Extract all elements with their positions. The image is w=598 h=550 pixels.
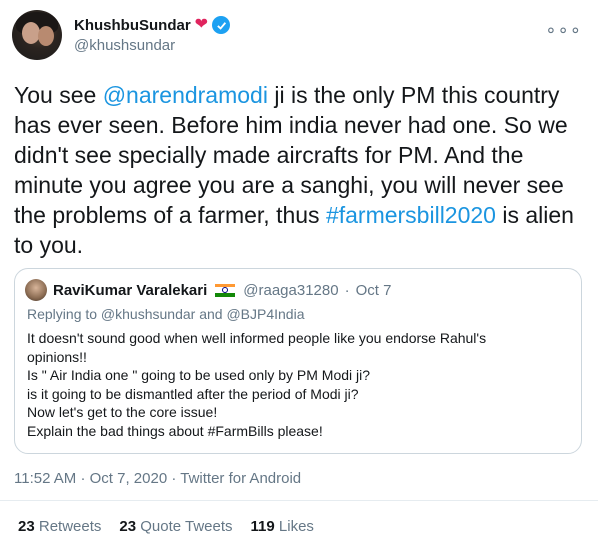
quoted-author-name: RaviKumar Varalekari	[53, 281, 208, 299]
hashtag-link[interactable]: #farmersbill2020	[326, 202, 496, 228]
retweets-stat[interactable]: 23 Retweets	[18, 518, 101, 535]
author-name[interactable]: KhushbuSundar	[74, 17, 191, 34]
quoted-tweet-text: It doesn't sound good when well informed…	[27, 329, 567, 440]
more-options-icon[interactable]: ∘∘∘	[545, 20, 582, 41]
tweet-date[interactable]: Oct 7, 2020	[90, 470, 168, 487]
tweet-time[interactable]: 11:52 AM	[14, 470, 76, 487]
retweets-label: Retweets	[38, 518, 102, 535]
author-info: KhushbuSundar ❤ @khushsundar	[74, 16, 231, 54]
quoted-author-avatar[interactable]	[25, 279, 47, 301]
retweets-count: 23	[18, 518, 35, 535]
likes-stat[interactable]: 119 Likes	[251, 518, 314, 535]
quoted-line: is it going to be dismantled after the p…	[27, 385, 359, 402]
quoted-author-handle: @raaga31280	[243, 281, 339, 299]
tweet-meta: 11:52 AM · Oct 7, 2020 · Twitter for And…	[14, 470, 301, 487]
author-handle[interactable]: @khushsundar	[74, 37, 230, 54]
tweet-text: You see @narendramodi ji is the only PM …	[14, 80, 586, 260]
quoted-line: It doesn't sound good when well informed…	[27, 330, 487, 346]
quoted-tweet-header: RaviKumar Varalekari @raaga31280 · Oct 7	[25, 279, 391, 301]
quote-tweets-label: Quote Tweets	[140, 518, 233, 535]
quoted-line: opinions!!	[27, 348, 87, 365]
quoted-date: Oct 7	[355, 281, 392, 299]
replying-to: Replying to @khushsundar and @BJP4India	[27, 306, 305, 322]
quoted-line: Explain the bad things about #FarmBills …	[27, 422, 323, 439]
quote-tweets-count: 23	[119, 518, 137, 535]
likes-count: 119	[250, 518, 275, 535]
tweet-header: KhushbuSundar ❤ @khushsundar ∘∘∘	[12, 10, 586, 62]
quote-tweets-stat[interactable]: 23 Quote Tweets	[119, 518, 232, 535]
dot-separator: ·	[80, 470, 86, 487]
verified-badge-icon	[212, 16, 231, 34]
tweet-segment: You see	[14, 82, 103, 108]
dot-separator: ·	[344, 281, 350, 299]
quoted-line: Is " Air India one " going to be used on…	[27, 367, 371, 383]
mention-link[interactable]: @narendramodi	[103, 82, 268, 108]
heart-icon: ❤	[194, 16, 209, 33]
tweet-source[interactable]: Twitter for Android	[180, 470, 301, 487]
divider	[0, 500, 598, 501]
india-flag-icon	[215, 283, 236, 297]
tweet-stats: 23 Retweets 23 Quote Tweets 119 Likes	[18, 518, 314, 535]
quoted-line: Now let's get to the core issue!	[27, 404, 218, 420]
author-avatar[interactable]	[12, 10, 62, 60]
quoted-tweet[interactable]: RaviKumar Varalekari @raaga31280 · Oct 7…	[14, 268, 582, 454]
dot-separator: ·	[171, 470, 177, 487]
likes-label: Likes	[278, 518, 314, 535]
